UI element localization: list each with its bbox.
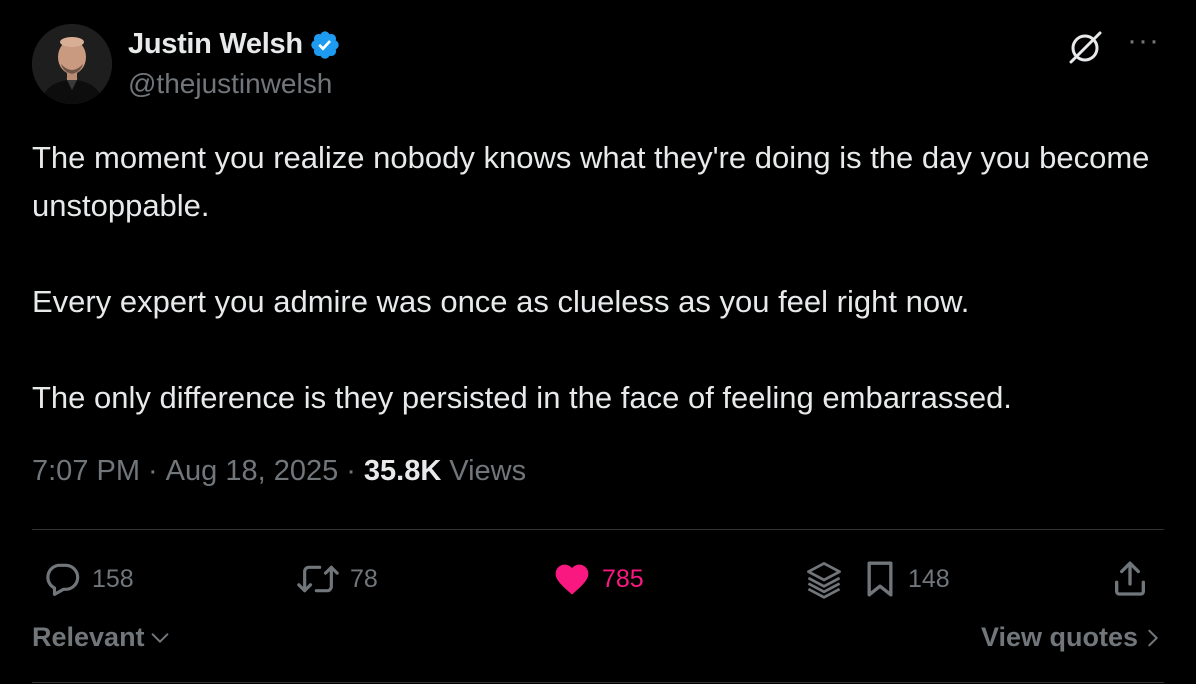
verified-badge-icon [309, 29, 341, 61]
meta-separator: · [148, 455, 158, 487]
like-count: 785 [602, 564, 644, 593]
replies-footer: Relevant View quotes [32, 622, 1164, 653]
chevron-right-icon [1148, 629, 1158, 646]
chevron-down-icon [151, 632, 168, 643]
stack-icon [807, 562, 841, 599]
author-name-row[interactable]: Justin Welsh [128, 28, 341, 61]
repost-count: 78 [350, 564, 378, 593]
sort-dropdown[interactable]: Relevant [32, 622, 171, 653]
heart-icon [555, 564, 589, 595]
repost-icon [297, 565, 339, 593]
avatar[interactable] [32, 24, 112, 104]
meta-separator: · [346, 455, 356, 487]
tweet-paragraph: Every expert you admire was once as clue… [32, 284, 970, 319]
bookmark-count: 148 [908, 564, 950, 593]
grok-icon[interactable] [1065, 28, 1105, 68]
tweet-paragraph: The moment you realize nobody knows what… [32, 140, 1150, 223]
like-button[interactable]: 785 [552, 556, 644, 602]
tweet-paragraph: The only difference is they persisted in… [32, 380, 1012, 415]
divider [32, 682, 1164, 683]
tweet-text: The moment you realize nobody knows what… [32, 134, 1172, 422]
repost-button[interactable]: 78 [296, 556, 378, 602]
tweet-time[interactable]: 7:07 PM [32, 455, 140, 488]
tweet-meta: 7:07 PM · Aug 18, 2025 · 35.8K Views [32, 455, 526, 488]
tweet-card: Justin Welsh @thejustinwelsh ··· The mom… [0, 0, 1196, 684]
grok-analyze-button[interactable] [802, 556, 846, 602]
reply-icon [46, 563, 80, 596]
bookmark-button[interactable]: 148 [862, 556, 950, 602]
views-count: 35.8K [363, 455, 442, 487]
bookmark-icon [867, 561, 893, 597]
author-name[interactable]: Justin Welsh [128, 28, 303, 61]
divider [32, 529, 1164, 530]
view-quotes-link[interactable]: View quotes [981, 622, 1164, 653]
share-button[interactable] [1110, 556, 1150, 602]
tweet-top-actions: ··· [1065, 26, 1160, 70]
action-bar: 158 78 785 148 [32, 556, 1164, 602]
view-quotes-label: View quotes [980, 622, 1138, 652]
reply-count: 158 [92, 564, 134, 593]
share-icon [1115, 561, 1145, 596]
author-handle[interactable]: @thejustinwelsh [128, 68, 332, 100]
views-label: Views [449, 455, 527, 487]
sort-label: Relevant [32, 622, 145, 652]
reply-button[interactable]: 158 [42, 556, 134, 602]
tweet-date[interactable]: Aug 18, 2025 [166, 455, 339, 488]
more-icon[interactable]: ··· [1127, 26, 1160, 70]
